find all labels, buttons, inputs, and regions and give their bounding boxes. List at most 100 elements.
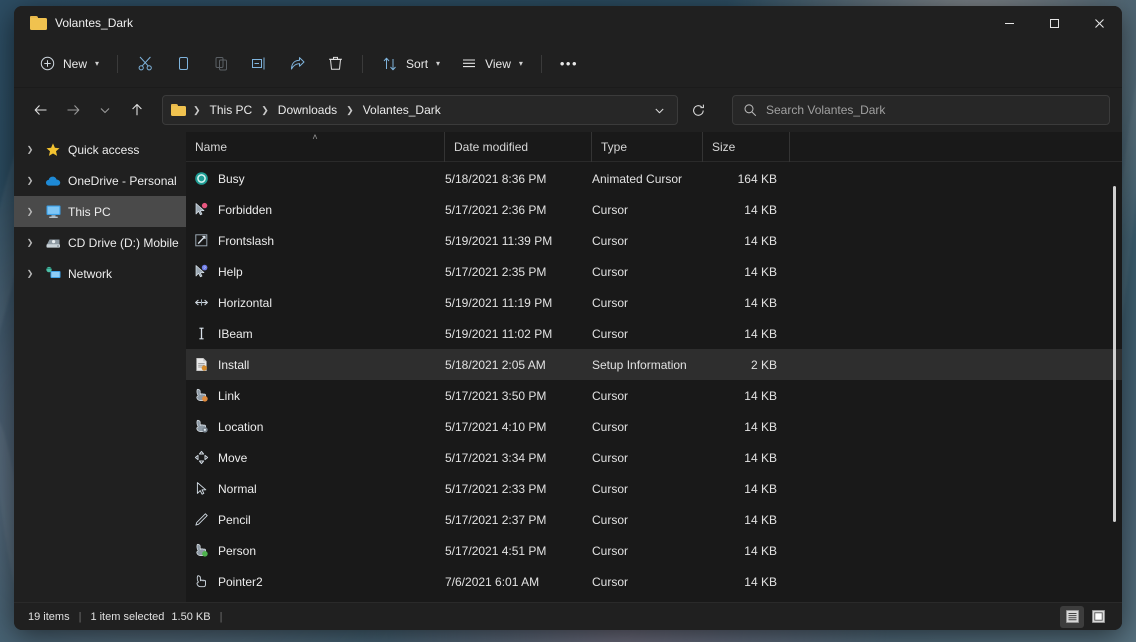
row-name-cell: Person — [191, 542, 445, 559]
table-row[interactable]: Normal 5/17/2021 2:33 PM Cursor 14 KB — [186, 473, 1122, 504]
table-row[interactable]: Person 5/17/2021 4:51 PM Cursor 14 KB — [186, 535, 1122, 566]
paste-button[interactable] — [202, 48, 240, 80]
view-list-icon — [460, 55, 478, 73]
file-explorer-window: Volantes_Dark New ▾ — [14, 6, 1122, 630]
breadcrumb-downloads[interactable]: Downloads — [273, 100, 342, 120]
chevron-right-icon[interactable]: ❯ — [22, 266, 38, 282]
disc-drive-icon — [44, 234, 62, 251]
trash-icon — [326, 55, 344, 73]
row-date-cell: 5/18/2021 8:36 PM — [445, 172, 592, 186]
chevron-right-icon[interactable]: ❯ — [22, 173, 38, 189]
sidebar-item-cd-drive[interactable]: ❯ CD Drive (D:) Mobile — [14, 227, 186, 258]
sidebar-label: CD Drive (D:) Mobile — [68, 236, 179, 250]
table-row[interactable]: Install 5/18/2021 2:05 AM Setup Informat… — [186, 349, 1122, 380]
sidebar-item-network[interactable]: ❯ Network — [14, 258, 186, 289]
view-button[interactable]: View ▾ — [450, 48, 533, 80]
address-bar[interactable]: ❯ This PC ❯ Downloads ❯ Volantes_Dark — [162, 95, 678, 125]
table-row[interactable]: IBeam 5/19/2021 11:02 PM Cursor 14 KB — [186, 318, 1122, 349]
sidebar-item-quick-access[interactable]: ❯ Quick access — [14, 134, 186, 165]
file-name: Help — [218, 265, 243, 279]
row-date-cell: 5/17/2021 4:51 PM — [445, 544, 592, 558]
row-type-cell: Cursor — [592, 296, 703, 310]
sidebar-label: Network — [68, 267, 112, 281]
row-size-cell: 14 KB — [703, 513, 785, 527]
horizontal-resize-icon — [193, 294, 210, 311]
table-row[interactable]: ? Help 5/17/2021 2:35 PM Cursor 14 KB — [186, 256, 1122, 287]
refresh-button[interactable] — [682, 95, 714, 125]
new-button[interactable]: New ▾ — [28, 48, 109, 80]
title-bar: Volantes_Dark — [14, 6, 1122, 40]
back-button[interactable] — [26, 95, 56, 125]
breadcrumb-volantes-dark[interactable]: Volantes_Dark — [358, 100, 446, 120]
row-date-cell: 5/17/2021 2:36 PM — [445, 203, 592, 217]
copy-button[interactable] — [164, 48, 202, 80]
search-placeholder: Search Volantes_Dark — [766, 103, 885, 117]
close-button[interactable] — [1077, 6, 1122, 40]
table-row[interactable]: Pointer2 7/6/2021 6:01 AM Cursor 14 KB — [186, 566, 1122, 597]
delete-button[interactable] — [316, 48, 354, 80]
cut-button[interactable] — [126, 48, 164, 80]
rename-button[interactable] — [240, 48, 278, 80]
details-view-button[interactable] — [1060, 606, 1084, 628]
chevron-right-icon[interactable]: ❯ — [22, 235, 38, 251]
recent-locations-button[interactable] — [90, 95, 120, 125]
table-row[interactable]: Forbidden 5/17/2021 2:36 PM Cursor 14 KB — [186, 194, 1122, 225]
column-header-name[interactable]: Name ˄ — [186, 132, 445, 162]
chevron-right-icon[interactable]: ❯ — [22, 142, 38, 158]
previous-locations-chevron-icon[interactable] — [647, 98, 671, 122]
column-header-size[interactable]: Size — [703, 132, 790, 162]
sidebar-item-this-pc[interactable]: ❯ This PC — [14, 196, 186, 227]
row-type-cell: Cursor — [592, 327, 703, 341]
row-type-cell: Cursor — [592, 513, 703, 527]
sidebar-item-onedrive-personal[interactable]: ❯ OneDrive - Personal — [14, 165, 186, 196]
row-type-cell: Cursor — [592, 575, 703, 589]
breadcrumb-this-pc[interactable]: This PC — [205, 100, 258, 120]
row-size-cell: 14 KB — [703, 420, 785, 434]
share-button[interactable] — [278, 48, 316, 80]
row-date-cell: 5/17/2021 3:50 PM — [445, 389, 592, 403]
row-date-cell: 5/19/2021 11:02 PM — [445, 327, 592, 341]
rename-icon — [250, 55, 268, 73]
up-button[interactable] — [122, 95, 152, 125]
minimize-button[interactable] — [987, 6, 1032, 40]
search-input[interactable]: Search Volantes_Dark — [732, 95, 1110, 125]
ellipsis-icon: ••• — [560, 60, 578, 68]
sort-button[interactable]: Sort ▾ — [371, 48, 450, 80]
table-row[interactable]: Frontslash 5/19/2021 11:39 PM Cursor 14 … — [186, 225, 1122, 256]
row-name-cell: Pointer2 — [191, 573, 445, 590]
column-header-label: Type — [601, 140, 627, 154]
person-cursor-icon — [193, 542, 210, 559]
see-more-button[interactable]: ••• — [550, 48, 588, 80]
file-name: Frontslash — [218, 234, 274, 248]
large-icons-view-button[interactable] — [1086, 606, 1110, 628]
network-icon — [44, 265, 62, 282]
maximize-button[interactable] — [1032, 6, 1077, 40]
view-button-label: View — [485, 57, 511, 71]
row-type-cell: Cursor — [592, 482, 703, 496]
vertical-scrollbar[interactable] — [1113, 186, 1116, 522]
row-date-cell: 5/17/2021 2:33 PM — [445, 482, 592, 496]
column-header-date-modified[interactable]: Date modified — [445, 132, 592, 162]
chevron-right-icon[interactable]: ❯ — [22, 204, 38, 220]
table-row[interactable]: Busy 5/18/2021 8:36 PM Animated Cursor 1… — [186, 163, 1122, 194]
table-row[interactable]: Move 5/17/2021 3:34 PM Cursor 14 KB — [186, 442, 1122, 473]
row-size-cell: 14 KB — [703, 296, 785, 310]
column-header-type[interactable]: Type — [592, 132, 703, 162]
forward-button[interactable] — [58, 95, 88, 125]
table-row[interactable]: Link 5/17/2021 3:50 PM Cursor 14 KB — [186, 380, 1122, 411]
status-separator: | — [70, 611, 91, 623]
row-type-cell: Cursor — [592, 203, 703, 217]
table-row[interactable]: Horizontal 5/19/2021 11:19 PM Cursor 14 … — [186, 287, 1122, 318]
breadcrumb-separator: ❯ — [191, 105, 203, 116]
chevron-down-icon: ▾ — [436, 59, 440, 68]
table-row[interactable]: Location 5/17/2021 4:10 PM Cursor 14 KB — [186, 411, 1122, 442]
plus-circle-icon — [38, 55, 56, 73]
file-name: Normal — [218, 482, 257, 496]
file-name: Forbidden — [218, 203, 272, 217]
share-icon — [288, 55, 306, 73]
row-type-cell: Cursor — [592, 451, 703, 465]
file-name: Pointer2 — [218, 575, 263, 589]
file-name: Install — [218, 358, 249, 372]
table-row[interactable]: Pencil 5/17/2021 2:37 PM Cursor 14 KB — [186, 504, 1122, 535]
row-size-cell: 2 KB — [703, 358, 785, 372]
